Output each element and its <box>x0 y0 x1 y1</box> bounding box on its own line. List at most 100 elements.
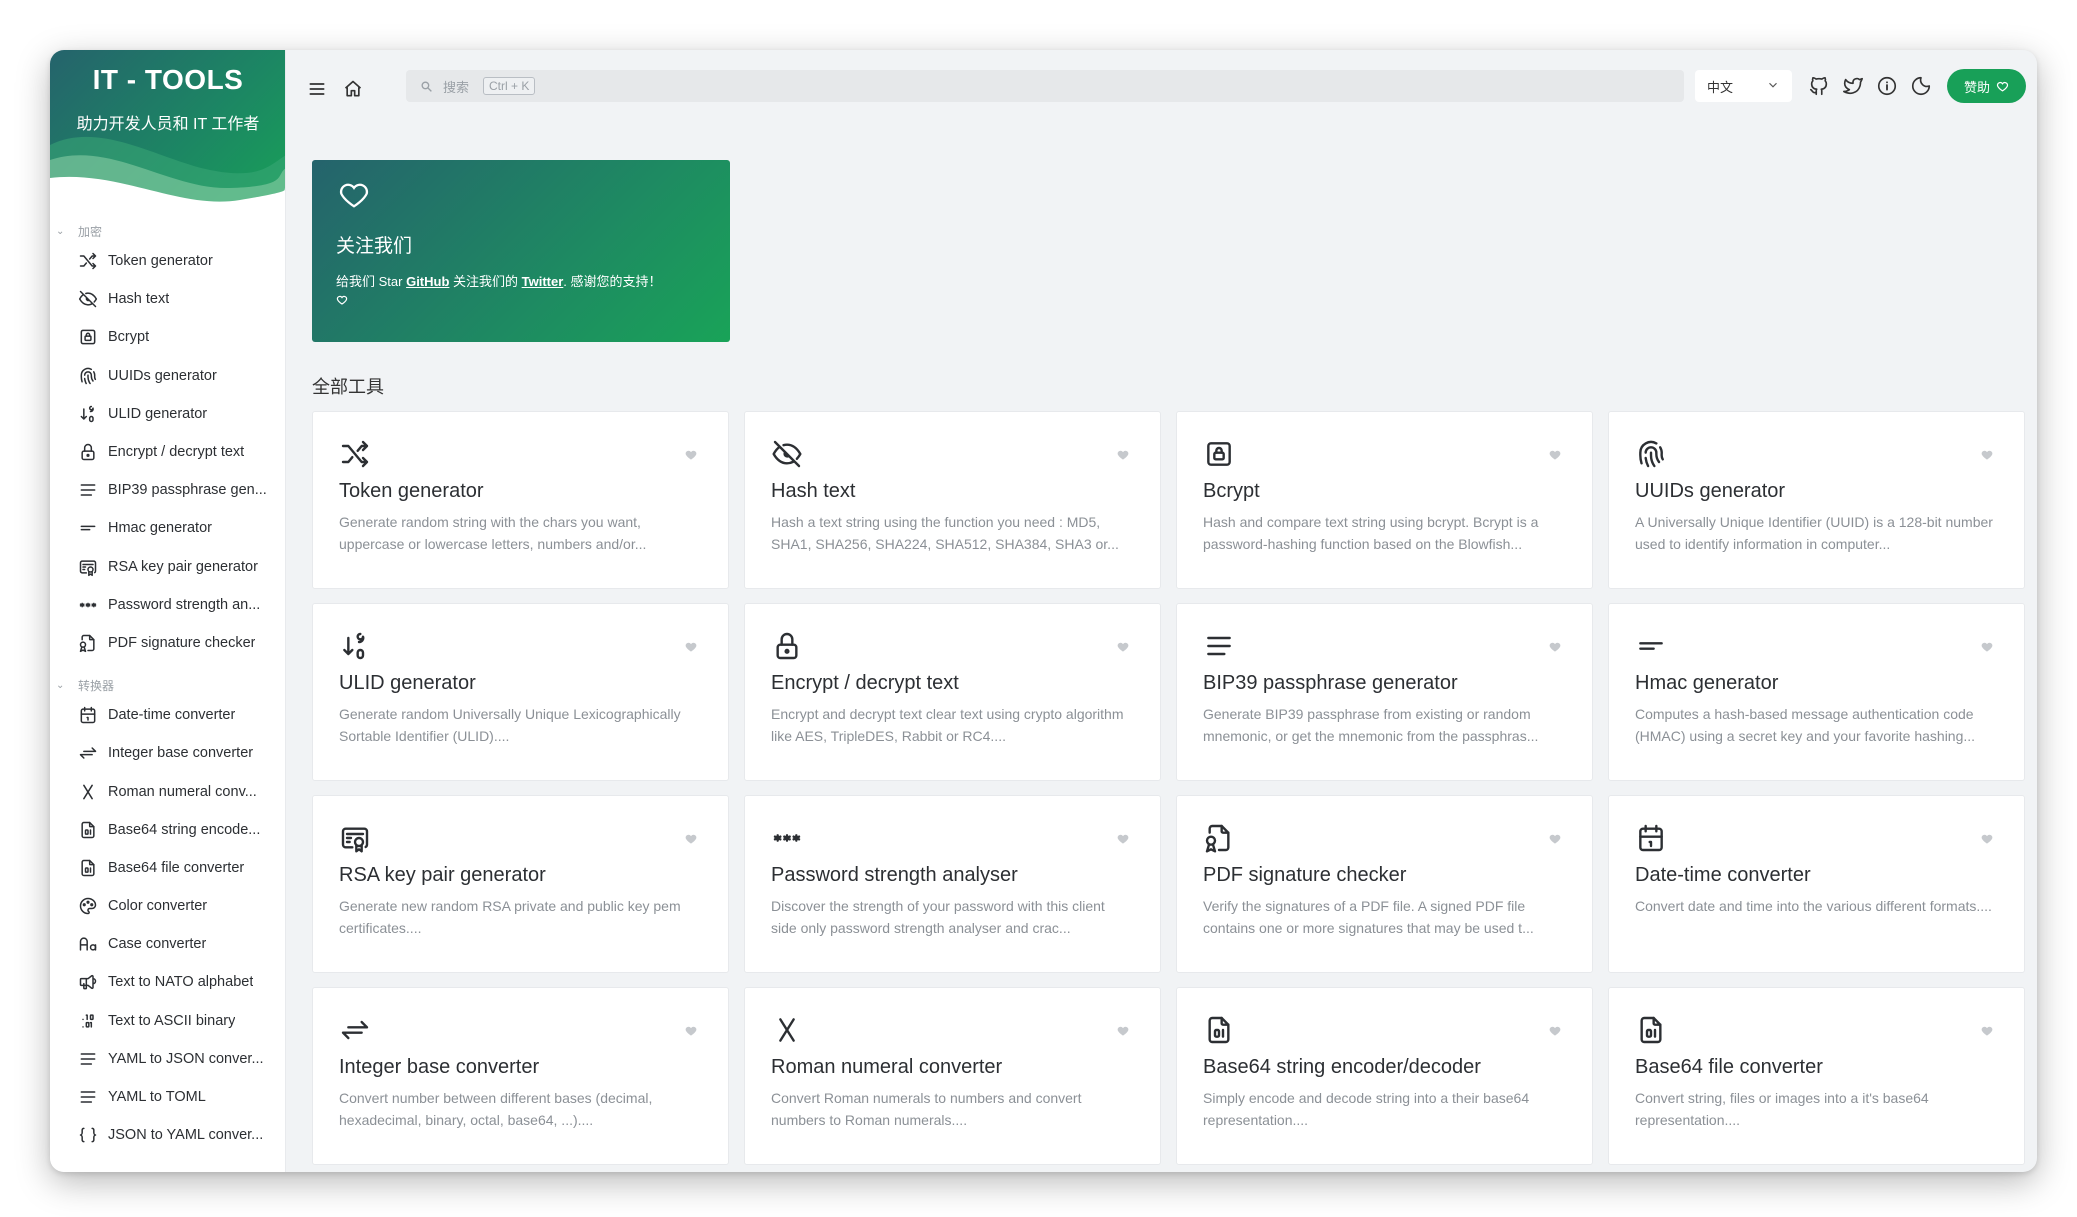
sidebar-item-encrypt-decrypt-text[interactable]: Encrypt / decrypt text <box>50 433 285 471</box>
calendar-icon <box>78 705 98 725</box>
tool-description: Hash and compare text string using bcryp… <box>1203 514 1539 552</box>
follow-text: 关注我们的 <box>449 274 522 289</box>
sidebar-item-bip39-passphrase-gen[interactable]: BIP39 passphrase gen... <box>50 471 285 509</box>
follow-text: . 感谢您的支持！ <box>563 274 662 289</box>
tool-title: BIP39 passphrase generator <box>1203 672 1458 694</box>
search-placeholder: 搜索 <box>443 79 470 95</box>
menu-group-label: 加密 <box>78 224 103 239</box>
tool-card-pdf-signature-checker[interactable]: PDF signature checker Verify the signatur… <box>1176 795 1593 973</box>
favorite-button[interactable] <box>1116 1024 1130 1043</box>
sponsor-button[interactable]: 赞助 <box>1947 69 2026 103</box>
favorite-button[interactable] <box>684 448 698 467</box>
about-button[interactable] <box>1870 69 1904 103</box>
sidebar-item-hash-text[interactable]: Hash text <box>50 280 285 318</box>
favorite-button[interactable] <box>1116 832 1130 851</box>
sidebar-item-yaml-to-toml[interactable]: YAML to TOML <box>50 1078 285 1116</box>
tool-card-ulid-generator[interactable]: ULID generator Generate random Universall… <box>312 603 729 781</box>
tool-card-rsa-key-pair-generator[interactable]: RSA key pair generator Generate new rando… <box>312 795 729 973</box>
lock-square-icon <box>1203 434 1243 474</box>
heart-icon <box>1117 642 1129 652</box>
home-button[interactable] <box>336 72 370 106</box>
sidebar-menu: ⌄ 加密 Token generator Hash text Bcrypt UUIDs… <box>50 216 285 1154</box>
favorite-button[interactable] <box>1980 448 1994 467</box>
favorite-button[interactable] <box>1548 640 1562 659</box>
sidebar-item-label: Date-time converter <box>108 707 236 724</box>
tool-card-roman-numeral-converter[interactable]: Roman numeral converter Convert Roman num… <box>744 987 1161 1165</box>
sidebar-item-date-time-converter[interactable]: Date-time converter <box>50 696 285 734</box>
file-digit-icon <box>78 858 98 878</box>
sidebar-item-pdf-signature-checker[interactable]: PDF signature checker <box>50 624 285 662</box>
letter-case-icon <box>78 934 98 954</box>
heart-icon <box>1117 834 1129 844</box>
favorite-button[interactable] <box>684 640 698 659</box>
search-icon <box>421 80 432 92</box>
tool-card-password-strength-analyser[interactable]: Password strength analyser Discover the s… <box>744 795 1161 973</box>
search-input[interactable]: 搜索 Ctrl + K <box>406 70 1684 102</box>
heart-icon <box>1549 834 1561 844</box>
sidebar-item-rsa-key-pair-generator[interactable]: RSA key pair generator <box>50 548 285 586</box>
theme-toggle-button[interactable] <box>1904 69 1938 103</box>
sidebar-item-base64-file-converter[interactable]: Base64 file converter <box>50 849 285 887</box>
sidebar-item-integer-base-converter[interactable]: Integer base converter <box>50 734 285 772</box>
twitter-button[interactable] <box>1836 69 1870 103</box>
sort-numeric-icon <box>78 404 98 424</box>
sidebar-item-case-converter[interactable]: Case converter <box>50 925 285 963</box>
sidebar-item-roman-numeral-conv[interactable]: Roman numeral conv... <box>50 772 285 810</box>
sidebar-item-label: Integer base converter <box>108 745 254 762</box>
tool-card-hmac-generator[interactable]: Hmac generator Computes a hash-based mess… <box>1608 603 2025 781</box>
eye-off-icon <box>771 434 811 474</box>
favorite-button[interactable] <box>1980 640 1994 659</box>
sidebar-item-text-to-nato-alphabet[interactable]: Text to NATO alphabet <box>50 963 285 1001</box>
sidebar-item-label: Roman numeral conv... <box>108 783 257 800</box>
tool-card-token-generator[interactable]: Token generator Generate random string wi… <box>312 411 729 589</box>
sidebar-item-label: JSON to YAML conver... <box>108 1127 264 1144</box>
tool-title: ULID generator <box>339 672 476 694</box>
favorite-button[interactable] <box>1548 1024 1562 1043</box>
sidebar-item-label: UUIDs generator <box>108 367 217 384</box>
favorite-button[interactable] <box>1116 640 1130 659</box>
menu-group-crypto[interactable]: ⌄ 加密 <box>50 220 285 242</box>
tool-description: Convert string, files or images into a i… <box>1635 1090 1929 1128</box>
menu-group-converter[interactable]: ⌄ 转换器 <box>50 674 285 696</box>
tool-description: Generate random string with the chars yo… <box>339 514 647 552</box>
sidebar-item-bcrypt[interactable]: Bcrypt <box>50 318 285 356</box>
sidebar-item-text-to-ascii-binary[interactable]: Text to ASCII binary <box>50 1002 285 1040</box>
tool-card-base64-file-converter[interactable]: Base64 file converter Convert string, fil… <box>1608 987 2025 1165</box>
file-digit-icon <box>1635 1010 1675 1050</box>
tool-card-bip39-passphrase-generator[interactable]: BIP39 passphrase generator Generate BIP39… <box>1176 603 1593 781</box>
sidebar-item-token-generator[interactable]: Token generator <box>50 242 285 280</box>
language-select[interactable]: 中文 <box>1695 70 1792 102</box>
favorite-button[interactable] <box>1548 832 1562 851</box>
tool-card-hash-text[interactable]: Hash text Hash a text string using the fu… <box>744 411 1161 589</box>
sidebar-item-uuids-generator[interactable]: UUIDs generator <box>50 357 285 395</box>
tool-card-base64-string-encoder-decoder[interactable]: Base64 string encoder/decoder Simply enco… <box>1176 987 1593 1165</box>
tool-card-uuids-generator[interactable]: UUIDs generator A Universally Unique Iden… <box>1608 411 2025 589</box>
tool-card-integer-base-converter[interactable]: Integer base converter Convert number bet… <box>312 987 729 1165</box>
tool-card-bcrypt[interactable]: Bcrypt Hash and compare text string using… <box>1176 411 1593 589</box>
sidebar-item-label: Case converter <box>108 936 207 953</box>
github-button[interactable] <box>1802 69 1836 103</box>
sidebar-item-ulid-generator[interactable]: ULID generator <box>50 395 285 433</box>
favorite-button[interactable] <box>684 832 698 851</box>
brand-header[interactable]: IT - TOOLS 助力开发人员和 IT 工作者 <box>50 50 285 205</box>
sidebar-item-yaml-to-json-conver[interactable]: YAML to JSON conver... <box>50 1040 285 1078</box>
favorite-button[interactable] <box>1980 832 1994 851</box>
favorite-button[interactable] <box>1980 1024 1994 1043</box>
favorite-button[interactable] <box>684 1024 698 1043</box>
search-shortcut: Ctrl + K <box>483 77 536 95</box>
sidebar-item-hmac-generator[interactable]: Hmac generator <box>50 509 285 547</box>
tool-description: Computes a hash-based message authentica… <box>1635 706 1976 744</box>
twitter-link[interactable]: Twitter <box>522 274 564 289</box>
tool-card-encrypt-decrypt-text[interactable]: Encrypt / decrypt text Encrypt and decryp… <box>744 603 1161 781</box>
favorite-button[interactable] <box>1548 448 1562 467</box>
sidebar-item-base64-string-encode[interactable]: Base64 string encode... <box>50 811 285 849</box>
tool-title: Roman numeral converter <box>771 1056 1003 1078</box>
favorite-button[interactable] <box>1116 448 1130 467</box>
menu-toggle-button[interactable] <box>300 72 334 106</box>
sidebar-item-password-strength-an[interactable]: Password strength an... <box>50 586 285 624</box>
sidebar-item-json-to-yaml-conver[interactable]: JSON to YAML conver... <box>50 1116 285 1154</box>
tool-card-date-time-converter[interactable]: Date-time converter Convert date and time… <box>1608 795 2025 973</box>
github-link[interactable]: GitHub <box>406 274 449 289</box>
heart-icon <box>1981 834 1993 844</box>
sidebar-item-color-converter[interactable]: Color converter <box>50 887 285 925</box>
